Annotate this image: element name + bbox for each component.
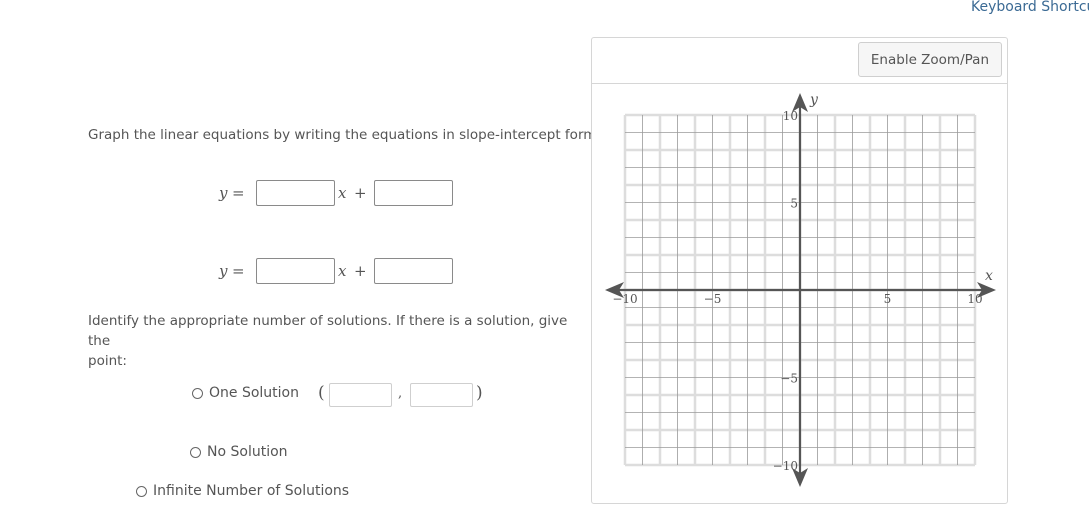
y-tick-label: −5 <box>780 372 798 386</box>
coordinate-graph[interactable]: x y −10 −5 5 10 10 5 −5 −10 <box>0 0 1089 511</box>
x-tick-label: 5 <box>884 292 892 306</box>
y-axis-label: y <box>809 92 819 108</box>
x-axis-label: x <box>985 268 993 284</box>
y-tick-label: −10 <box>773 459 798 473</box>
axes <box>605 93 996 487</box>
y-tick-label: 10 <box>783 109 798 123</box>
y-tick-label: 5 <box>790 197 798 211</box>
x-tick-label: 10 <box>967 292 982 306</box>
x-tick-label: −5 <box>704 292 722 306</box>
x-tick-label: −10 <box>612 292 637 306</box>
